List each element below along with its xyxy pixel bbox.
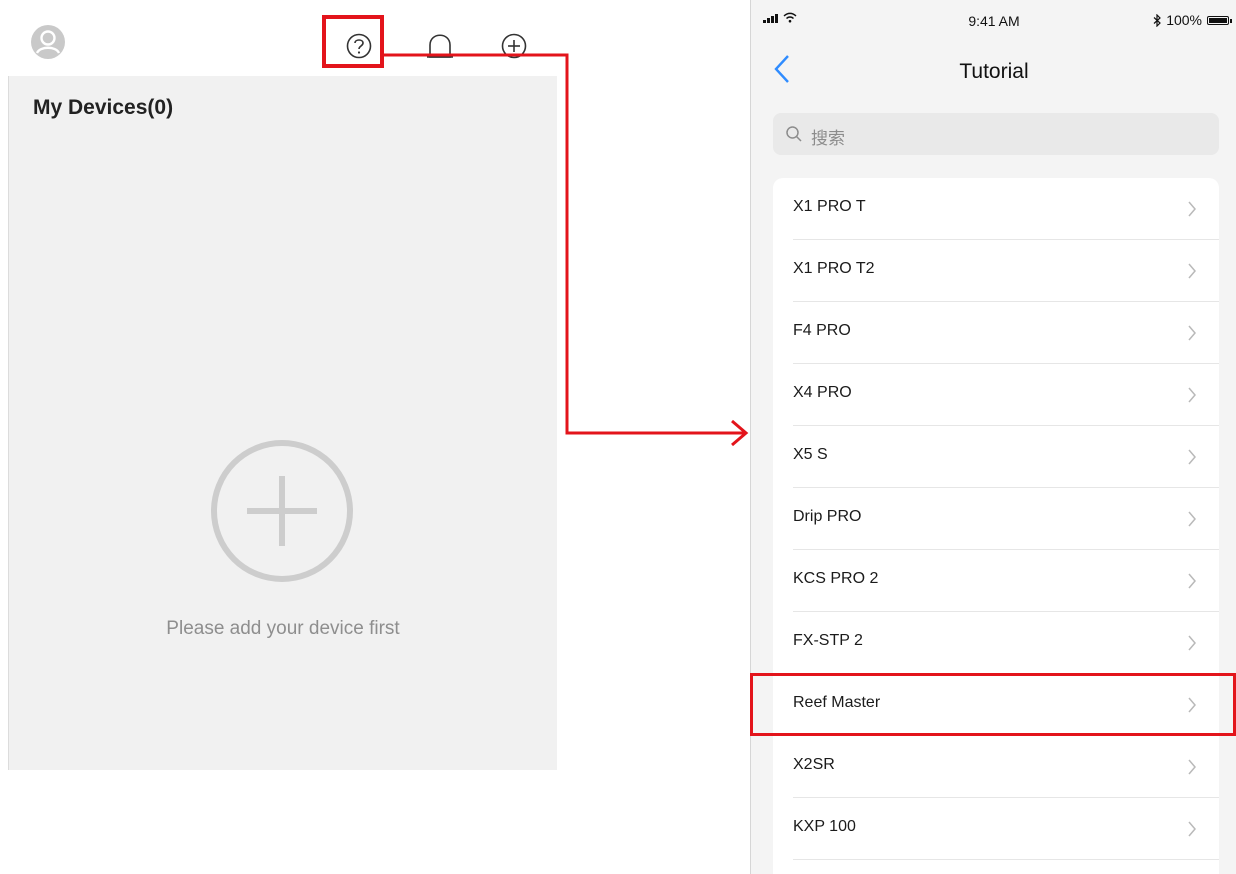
list-item-label: X5 S [793, 446, 828, 463]
list-item-label: KXP 100 [793, 818, 856, 835]
divider [793, 859, 1219, 860]
tutorial-screen: 9:41 AM 100% Tutorial 搜索 X1 PRO T X1 PRO… [750, 0, 1236, 874]
chevron-right-icon [1188, 759, 1196, 775]
status-bar: 9:41 AM 100% [751, 0, 1236, 40]
my-devices-title: My Devices(0) [33, 96, 174, 119]
reef-master-highlight-box [750, 673, 1236, 736]
list-item-label: X1 PRO T [793, 198, 866, 215]
list-item-label: X2SR [793, 756, 835, 773]
navigation-bar: Tutorial [751, 40, 1236, 104]
tutorial-item-x5-s[interactable]: X5 S [773, 426, 1219, 488]
search-input[interactable]: 搜索 [773, 113, 1219, 155]
notification-bell-icon[interactable] [422, 28, 458, 64]
page-title: Tutorial [959, 60, 1029, 83]
list-item-label: FX-STP 2 [793, 632, 863, 649]
chevron-right-icon [1188, 573, 1196, 589]
search-icon [786, 126, 802, 142]
tutorial-item-x4-pro[interactable]: X4 PRO [773, 364, 1219, 426]
search-placeholder: 搜索 [811, 129, 845, 148]
tutorial-item-x1-pro-t2[interactable]: X1 PRO T2 [773, 240, 1219, 302]
chevron-right-icon [1188, 821, 1196, 837]
add-circle-icon[interactable] [496, 28, 532, 64]
tutorial-item-f4-pro[interactable]: F4 PRO [773, 302, 1219, 364]
avatar-icon[interactable] [30, 24, 66, 60]
tutorial-item-drip-pro[interactable]: Drip PRO [773, 488, 1219, 550]
devices-panel: My Devices(0) Please add your device fir… [8, 76, 557, 770]
list-item-label: X1 PRO T2 [793, 260, 875, 277]
tutorial-item-kcs-pro-2[interactable]: KCS PRO 2 [773, 550, 1219, 612]
left-top-bar [8, 0, 556, 76]
battery-percent: 100% [1166, 12, 1202, 28]
list-item-label: X4 PRO [793, 384, 852, 401]
chevron-right-icon [1188, 449, 1196, 465]
battery-icon [1207, 15, 1232, 25]
chevron-right-icon [1188, 201, 1196, 217]
add-device-large-icon[interactable] [209, 438, 355, 584]
list-item-label: F4 PRO [793, 322, 851, 339]
tutorial-list: X1 PRO T X1 PRO T2 F4 PRO X4 PRO X5 S Dr… [773, 178, 1219, 874]
tutorial-item-x1-pro-t[interactable]: X1 PRO T [773, 178, 1219, 240]
chevron-right-icon [1188, 511, 1196, 527]
list-item-label: Drip PRO [793, 508, 862, 525]
tutorial-item-x2sr[interactable]: X2SR [773, 736, 1219, 798]
list-item-label: KCS PRO 2 [793, 570, 879, 587]
chevron-right-icon [1188, 263, 1196, 279]
chevron-right-icon [1188, 635, 1196, 651]
help-icon-highlight-box [322, 15, 384, 68]
tutorial-item-kxp-100[interactable]: KXP 100 [773, 798, 1219, 860]
tutorial-item-fx-stp-2[interactable]: FX-STP 2 [773, 612, 1219, 674]
chevron-right-icon [1188, 387, 1196, 403]
bluetooth-icon [1153, 13, 1162, 27]
empty-state-message: Please add your device first [166, 618, 400, 639]
status-right: 100% [1153, 12, 1232, 28]
chevron-right-icon [1188, 325, 1196, 341]
